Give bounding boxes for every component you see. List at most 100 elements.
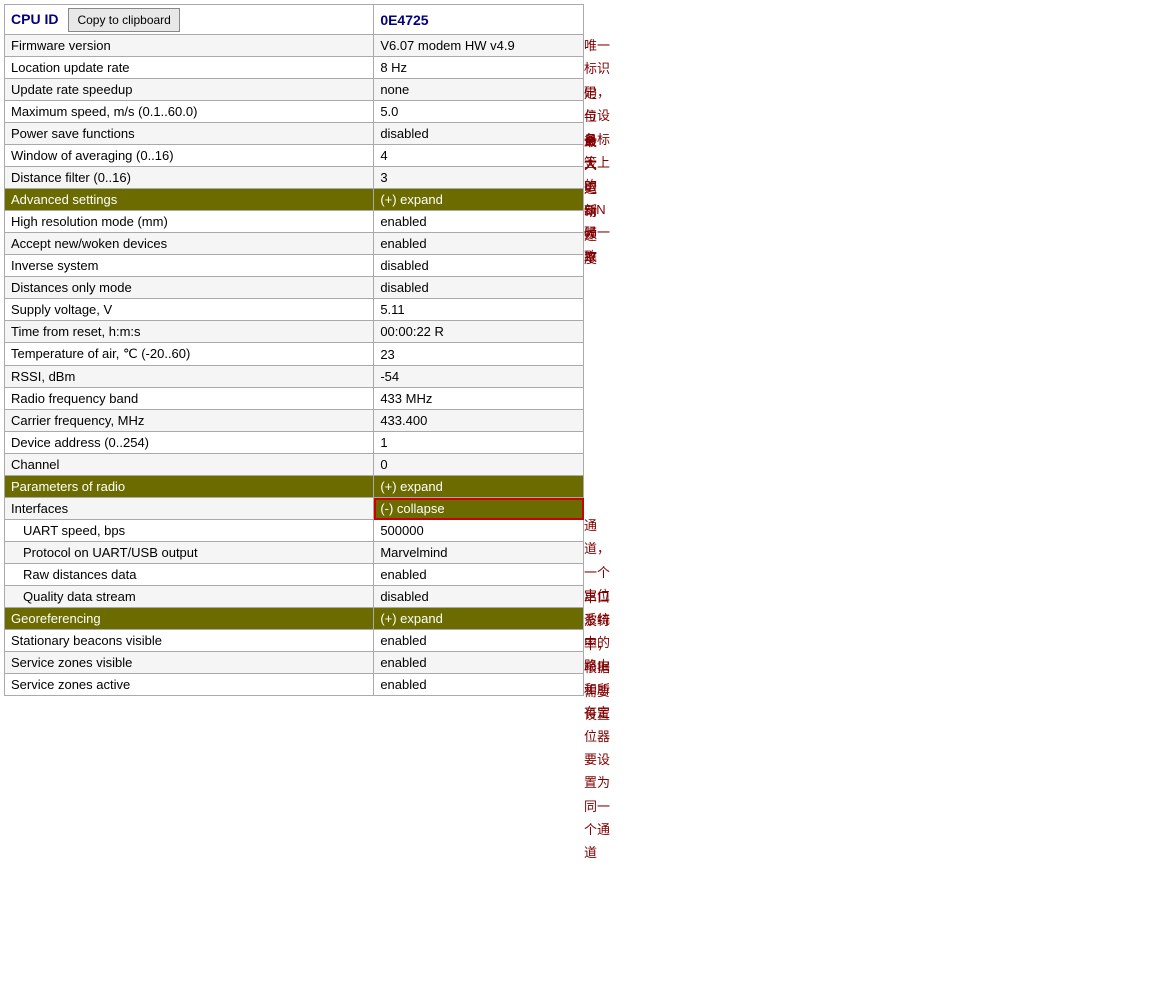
row-label: Georeferencing — [5, 608, 374, 630]
settings-table-wrapper: CPU IDCopy to clipboard 0E4725Firmware ve… — [4, 4, 584, 696]
row-label: Time from reset, h:m:s — [5, 321, 374, 343]
table-row: Radio frequency band433 MHz — [5, 388, 584, 410]
row-label: Firmware version — [5, 35, 374, 57]
table-row: Advanced settings(+) expand — [5, 189, 584, 211]
row-value: enabled — [374, 564, 584, 586]
cpu-id-label: CPU ID — [5, 5, 64, 33]
row-value: 5.11 — [374, 299, 584, 321]
row-value: V6.07 modem HW v4.9 — [374, 35, 584, 57]
table-row: Firmware versionV6.07 modem HW v4.9 — [5, 35, 584, 57]
row-label: Distance filter (0..16) — [5, 167, 374, 189]
table-row: UART speed, bps500000 — [5, 520, 584, 542]
table-row: Maximum speed, m/s (0.1..60.0)5.0 — [5, 101, 584, 123]
row-label: Accept new/woken devices — [5, 233, 374, 255]
note-text: 串口波特率，根据需要设置 — [584, 586, 610, 726]
copy-to-clipboard-button[interactable]: Copy to clipboard — [68, 8, 179, 32]
table-row: Location update rate8 Hz — [5, 57, 584, 79]
notes-panel: 唯一标识码，与设备标签上的S/N码一致定位最大更新频率最大运动速度通道，一个定位… — [584, 4, 600, 1004]
row-value: Marvelmind — [374, 542, 584, 564]
row-label: Distances only mode — [5, 277, 374, 299]
table-row: Channel0 — [5, 454, 584, 476]
table-row: Temperature of air, ℃ (-20..60)23 — [5, 343, 584, 366]
table-row: High resolution mode (mm)enabled — [5, 211, 584, 233]
table-row: Quality data streamdisabled — [5, 586, 584, 608]
row-label: Maximum speed, m/s (0.1..60.0) — [5, 101, 374, 123]
row-label: RSSI, dBm — [5, 366, 374, 388]
settings-table: CPU IDCopy to clipboard 0E4725Firmware ve… — [4, 4, 584, 696]
row-value: enabled — [374, 674, 584, 696]
row-label: Quality data stream — [5, 586, 374, 608]
table-row: Power save functionsdisabled — [5, 123, 584, 145]
row-label: Protocol on UART/USB output — [5, 542, 374, 564]
row-value: 5.0 — [374, 101, 584, 123]
table-row: Interfaces(-) collapse — [5, 498, 584, 520]
row-value: enabled — [374, 233, 584, 255]
row-value: 23 — [374, 343, 584, 366]
table-row: Device address (0..254)1 — [5, 432, 584, 454]
row-value: disabled — [374, 586, 584, 608]
note-text: 最大运动速度 — [584, 130, 600, 270]
row-label: Carrier frequency, MHz — [5, 410, 374, 432]
row-value: 8 Hz — [374, 57, 584, 79]
table-row: Distances only modedisabled — [5, 277, 584, 299]
table-row: Accept new/woken devicesenabled — [5, 233, 584, 255]
row-value: enabled — [374, 652, 584, 674]
row-value: 1 — [374, 432, 584, 454]
table-row: Window of averaging (0..16)4 — [5, 145, 584, 167]
row-label: Temperature of air, ℃ (-20..60) — [5, 343, 374, 366]
row-label: Location update rate — [5, 57, 374, 79]
row-label: Stationary beacons visible — [5, 630, 374, 652]
row-label: Service zones visible — [5, 652, 374, 674]
row-label: Supply voltage, V — [5, 299, 374, 321]
row-label: Advanced settings — [5, 189, 374, 211]
row-value: disabled — [374, 255, 584, 277]
row-value[interactable]: (-) collapse — [374, 498, 584, 520]
row-value[interactable]: (+) expand — [374, 189, 584, 211]
row-label: Raw distances data — [5, 564, 374, 586]
row-label: Service zones active — [5, 674, 374, 696]
table-row: Protocol on UART/USB outputMarvelmind — [5, 542, 584, 564]
row-value: none — [374, 79, 584, 101]
row-value[interactable]: (+) expand — [374, 608, 584, 630]
row-value: 500000 — [374, 520, 584, 542]
table-row: Update rate speedupnone — [5, 79, 584, 101]
row-label: High resolution mode (mm) — [5, 211, 374, 233]
main-container: CPU IDCopy to clipboard 0E4725Firmware ve… — [0, 0, 1163, 1008]
row-value: enabled — [374, 211, 584, 233]
row-label: Inverse system — [5, 255, 374, 277]
row-value: 4 — [374, 145, 584, 167]
row-value: disabled — [374, 123, 584, 145]
row-value: -54 — [374, 366, 584, 388]
table-row: Parameters of radio(+) expand — [5, 476, 584, 498]
row-label: Parameters of radio — [5, 476, 374, 498]
row-label: Power save functions — [5, 123, 374, 145]
row-label: Update rate speedup — [5, 79, 374, 101]
table-row: Stationary beacons visibleenabled — [5, 630, 584, 652]
row-label: Channel — [5, 454, 374, 476]
row-label: Radio frequency band — [5, 388, 374, 410]
table-row: Supply voltage, V5.11 — [5, 299, 584, 321]
table-row: Distance filter (0..16)3 — [5, 167, 584, 189]
row-value: 433.400 — [374, 410, 584, 432]
row-value: 433 MHz — [374, 388, 584, 410]
row-value: 3 — [374, 167, 584, 189]
header-row: CPU IDCopy to clipboard 0E4725 — [5, 5, 584, 35]
row-value: enabled — [374, 630, 584, 652]
table-row: Inverse systemdisabled — [5, 255, 584, 277]
table-row: Carrier frequency, MHz433.400 — [5, 410, 584, 432]
table-row: Georeferencing(+) expand — [5, 608, 584, 630]
row-label: Interfaces — [5, 498, 374, 520]
table-row: RSSI, dBm-54 — [5, 366, 584, 388]
row-value: 0 — [374, 454, 584, 476]
row-value: 00:00:22 R — [374, 321, 584, 343]
table-row: Service zones activeenabled — [5, 674, 584, 696]
row-label: Window of averaging (0..16) — [5, 145, 374, 167]
table-row: Service zones visibleenabled — [5, 652, 584, 674]
cpu-id-value: 0E4725 — [374, 6, 434, 34]
row-value[interactable]: (+) expand — [374, 476, 584, 498]
table-row: Raw distances dataenabled — [5, 564, 584, 586]
row-label: UART speed, bps — [5, 520, 374, 542]
table-row: Time from reset, h:m:s00:00:22 R — [5, 321, 584, 343]
row-label: Device address (0..254) — [5, 432, 374, 454]
row-value: disabled — [374, 277, 584, 299]
